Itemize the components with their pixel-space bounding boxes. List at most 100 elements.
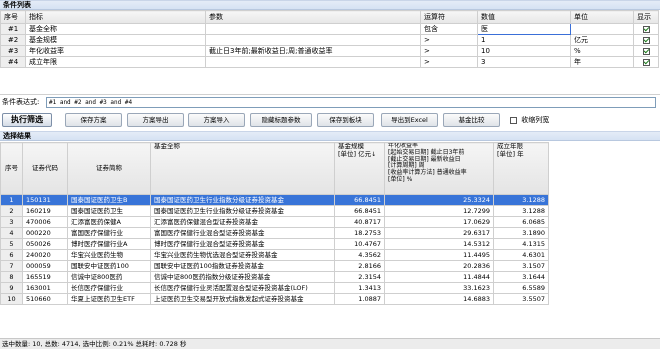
condition-row[interactable]: #3 年化收益率 截止日3年前;最新收益日;周;普通收益率 > 10 %	[0, 45, 659, 57]
condition-value[interactable]: 3	[477, 56, 571, 68]
row-years: 6.5589	[493, 282, 549, 294]
table-row[interactable]: 8 165519 信诚中证800医药 信诚中证800医药指数分级证券投资基金 2.315…	[0, 271, 549, 283]
row-code: 160219	[22, 205, 68, 217]
condition-unit: %	[570, 45, 634, 57]
results-empty-area-bottom	[0, 318, 549, 338]
condition-param[interactable]	[205, 34, 421, 46]
row-index: 8	[0, 271, 23, 283]
table-row[interactable]: 6 240020 华宝兴业医药生物 华宝兴业医药生物优选混合型证券投资基金 4.3562…	[0, 249, 549, 261]
condition-param[interactable]	[205, 56, 421, 68]
condition-row[interactable]: #2 基金规模 > 1 亿元	[0, 34, 659, 46]
row-scale: 2.8166	[334, 260, 385, 272]
expression-input[interactable]: #1 and #2 and #3 and #4	[46, 97, 656, 108]
table-row[interactable]: 9 163001 长信医疗保健行业 长信医疗保健行业灵活配置混合型证券投资基金(LOF…	[0, 282, 549, 294]
table-row[interactable]: 4 000220 富国医疗保健行业 富国医疗保健行业混合型证券投资基金 18.2753 2…	[0, 227, 549, 239]
row-full-name: 上证医药卫生交易型开放式指数发起式证券投资基金	[150, 293, 335, 305]
show-checkbox[interactable]	[642, 47, 650, 55]
condition-operator[interactable]: 包含	[420, 23, 478, 35]
collapse-columns-label: 收缩列宽	[521, 116, 550, 124]
fund-compare-button[interactable]: 基金比较	[443, 113, 500, 127]
show-checkbox[interactable]	[642, 36, 650, 44]
show-checkbox[interactable]	[642, 58, 650, 66]
condition-operator[interactable]: >	[420, 56, 478, 68]
row-scale: 10.4767	[334, 238, 385, 250]
row-short-name: 博时医疗保健行业A	[67, 238, 151, 250]
save-to-board-button[interactable]: 保存到板块	[317, 113, 374, 127]
hide-title-params-button[interactable]: 隐藏标题参数	[250, 113, 312, 127]
condition-value[interactable]: 医	[477, 23, 571, 35]
export-excel-button[interactable]: 导出到Excel	[381, 113, 438, 127]
col-header-operator[interactable]: 运算符	[420, 10, 478, 24]
row-code: 240020	[22, 249, 68, 261]
export-plan-button[interactable]: 方案导出	[127, 113, 184, 127]
condition-param[interactable]	[205, 23, 421, 35]
condition-no: #1	[0, 23, 26, 35]
save-plan-button[interactable]: 保存方案	[65, 113, 122, 127]
condition-indicator[interactable]: 成立年限	[25, 56, 206, 68]
collapse-columns-toggle[interactable]: 收缩列宽	[510, 116, 549, 125]
row-short-name: 国泰国证医药卫生	[67, 205, 151, 217]
results-table: 序号 证券代码 证券简称 基金全称 基金规模 [单位] 亿元↓ 年化收益率 [起…	[0, 142, 549, 305]
col-header-value[interactable]: 数值	[477, 10, 571, 24]
condition-no: #2	[0, 34, 26, 46]
condition-show-cell[interactable]	[633, 23, 659, 35]
results-header-return[interactable]: 年化收益率 [起始交易日期] 截止日3年前 [截止交易日期] 最新收益日 [计算…	[384, 142, 494, 195]
condition-operator[interactable]: >	[420, 45, 478, 57]
execute-filter-button[interactable]: 执行筛选	[2, 113, 52, 127]
col-header-param[interactable]: 参数	[205, 10, 421, 24]
condition-indicator[interactable]: 基金规模	[25, 34, 206, 46]
row-return: 20.2836	[384, 260, 494, 272]
condition-row[interactable]: #4 成立年限 > 3 年	[0, 56, 659, 68]
condition-row[interactable]: #1 基金全称 包含 医	[0, 23, 659, 35]
condition-unit	[570, 23, 634, 35]
col-header-indicator[interactable]: 指标	[25, 10, 206, 24]
results-header-short[interactable]: 证券简称	[67, 142, 151, 195]
status-bar: 选中数量: 10, 总数: 4714, 选中比例: 0.21% 总耗时: 0.7…	[0, 338, 660, 349]
condition-indicator[interactable]: 基金全称	[25, 23, 206, 35]
import-plan-button[interactable]: 方案导入	[188, 113, 245, 127]
row-return: 12.7299	[384, 205, 494, 217]
table-row[interactable]: 10 510660 华夏上证医药卫生ETF 上证医药卫生交易型开放式指数发起式证券投资…	[0, 293, 549, 305]
row-short-name: 国联安中证医药100	[67, 260, 151, 272]
results-header-code[interactable]: 证券代码	[22, 142, 68, 195]
row-short-name: 国泰国证医药卫生B	[67, 194, 151, 206]
col-header-no[interactable]: 序号	[0, 10, 26, 24]
table-row[interactable]: 7 000059 国联安中证医药100 国联安中证医药100指数证券投资基金 2.816…	[0, 260, 549, 272]
row-index: 6	[0, 249, 23, 261]
col-header-show[interactable]: 显示	[633, 10, 659, 24]
row-code: 000220	[22, 227, 68, 239]
row-return: 11.4495	[384, 249, 494, 261]
collapse-columns-checkbox[interactable]	[510, 116, 517, 124]
condition-no: #4	[0, 56, 26, 68]
condition-show-cell[interactable]	[633, 45, 659, 57]
row-years: 6.0685	[493, 216, 549, 228]
results-header-scale[interactable]: 基金规模 [单位] 亿元↓	[334, 142, 385, 195]
table-row[interactable]: 5 050026 博时医疗保健行业A 博时医疗保健行业混合型证券投资基金 10.4767…	[0, 238, 549, 250]
row-return: 14.5312	[384, 238, 494, 250]
condition-show-cell[interactable]	[633, 56, 659, 68]
results-header-years[interactable]: 成立年限 [单位] 年	[493, 142, 549, 195]
results-header-full[interactable]: 基金全称	[150, 142, 335, 195]
table-row[interactable]: 1 150131 国泰国证医药卫生B 国泰国证医药卫生行业指数分级证券投资基金 66.8…	[0, 194, 549, 206]
row-code: 510660	[22, 293, 68, 305]
condition-value[interactable]: 10	[477, 45, 571, 57]
condition-param[interactable]: 截止日3年前;最新收益日;周;普通收益率	[205, 45, 421, 57]
expression-label: 条件表达式:	[2, 98, 40, 106]
condition-empty-area	[0, 79, 660, 95]
condition-indicator[interactable]: 年化收益率	[25, 45, 206, 57]
condition-value[interactable]: 1	[477, 34, 571, 46]
col-header-unit[interactable]: 单位	[570, 10, 634, 24]
results-empty-area	[549, 142, 660, 338]
row-full-name: 国联安中证医药100指数证券投资基金	[150, 260, 335, 272]
show-checkbox[interactable]	[642, 25, 650, 33]
condition-show-cell[interactable]	[633, 34, 659, 46]
row-full-name: 华宝兴业医药生物优选混合型证券投资基金	[150, 249, 335, 261]
condition-operator[interactable]: >	[420, 34, 478, 46]
condition-panel-title: 条件列表	[0, 0, 660, 10]
row-index: 7	[0, 260, 23, 272]
results-header-no[interactable]: 序号	[0, 142, 23, 195]
table-row[interactable]: 3 470006 汇添富医药保健A 汇添富医药保健混合型证券投资基金 40.8717 17…	[0, 216, 549, 228]
row-full-name: 汇添富医药保健混合型证券投资基金	[150, 216, 335, 228]
table-row[interactable]: 2 160219 国泰国证医药卫生 国泰国证医药卫生行业指数分级证券投资基金 66.84…	[0, 205, 549, 217]
row-years: 4.1315	[493, 238, 549, 250]
